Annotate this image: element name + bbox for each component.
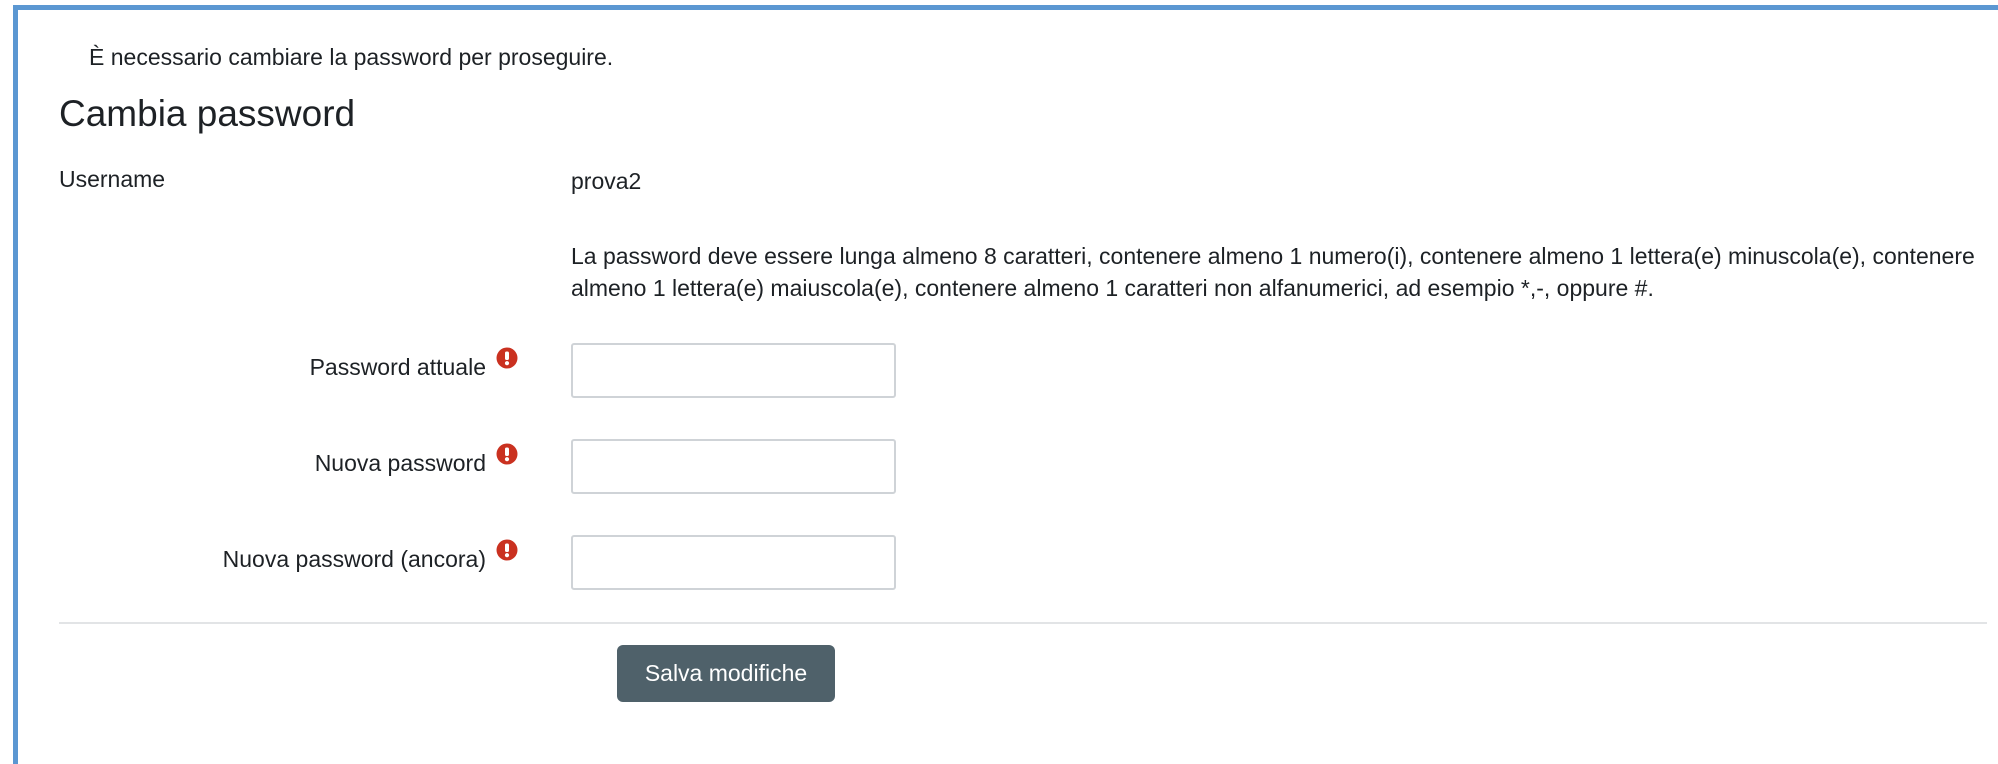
required-icon bbox=[496, 539, 518, 561]
page-title: Cambia password bbox=[59, 93, 356, 134]
new-password-again-label: Nuova password (ancora) bbox=[222, 546, 486, 572]
username-label: Username bbox=[59, 166, 166, 192]
password-change-notice: È necessario cambiare la password per pr… bbox=[89, 44, 614, 70]
form-divider bbox=[59, 622, 1987, 624]
new-password-label: Nuova password bbox=[314, 450, 486, 476]
new-password-again-input[interactable] bbox=[571, 535, 896, 590]
password-policy-text: La password deve essere lunga almeno 8 c… bbox=[571, 243, 1975, 301]
username-value: prova2 bbox=[571, 168, 642, 194]
save-changes-button[interactable]: Salva modifiche bbox=[617, 645, 835, 702]
current-password-label: Password attuale bbox=[309, 354, 486, 380]
new-password-input[interactable] bbox=[571, 439, 896, 494]
required-icon bbox=[496, 443, 518, 465]
current-password-input[interactable] bbox=[571, 343, 896, 398]
required-icon bbox=[496, 347, 518, 369]
